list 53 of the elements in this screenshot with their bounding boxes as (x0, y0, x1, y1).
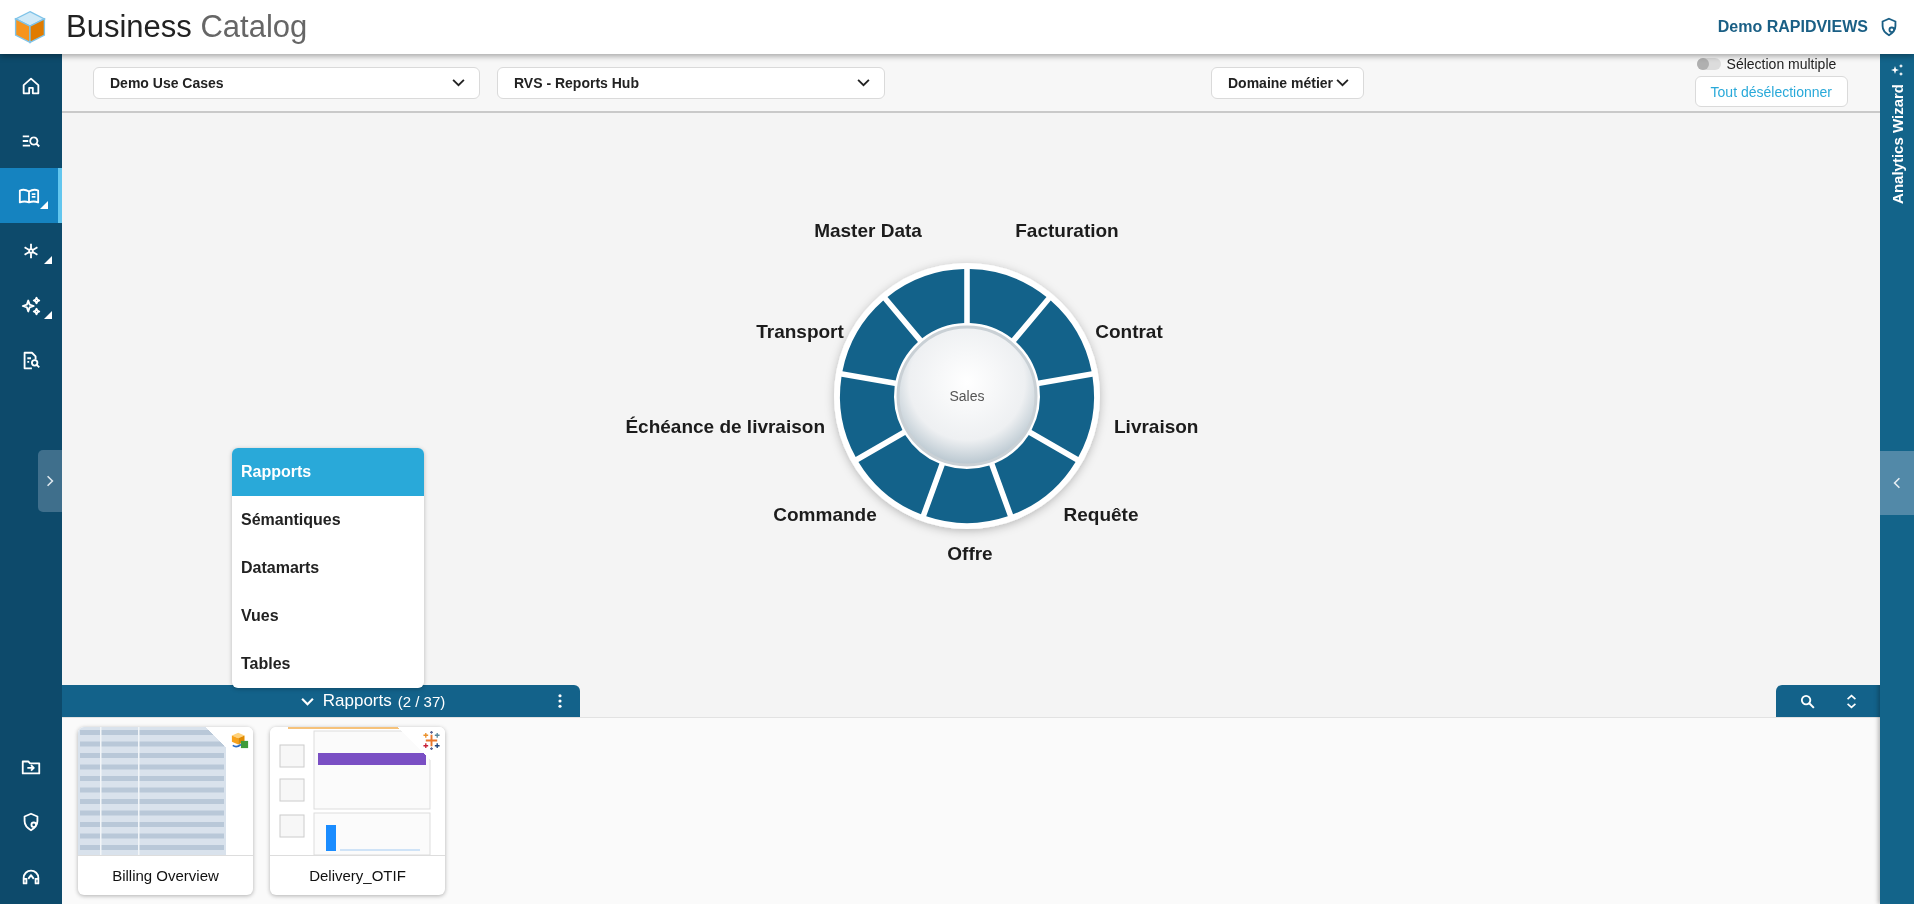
sidebar-item[interactable] (0, 168, 62, 223)
chevron-icon[interactable] (300, 696, 314, 706)
chevron-left-icon (1893, 477, 1901, 489)
wheel-segment[interactable] (1031, 376, 1094, 458)
filter-dropdown[interactable]: Demo Use Cases (93, 66, 480, 99)
expand-icon[interactable] (1846, 693, 1857, 709)
more-icon[interactable] (558, 694, 562, 708)
category-item[interactable]: Vues (232, 592, 424, 640)
wheel-segment[interactable] (840, 376, 903, 458)
report-card[interactable]: Delivery_OTIF (270, 727, 445, 895)
filter-dropdown[interactable]: RVS - Reports Hub (497, 66, 885, 99)
segment-label[interactable]: Master Data (814, 220, 922, 241)
segment-label[interactable]: Requête (1063, 504, 1139, 525)
submenu-icon (44, 256, 52, 264)
app-title: Business Catalog (66, 9, 308, 45)
segment-label[interactable]: Livraison (1114, 416, 1199, 437)
user-name[interactable]: Demo RAPIDVIEWS (1717, 18, 1868, 36)
results-count: (2 / 37) (397, 692, 446, 710)
cross-cluster-icon (422, 731, 441, 750)
chevron-down-icon (1336, 78, 1349, 87)
chevron-down-icon (857, 78, 870, 87)
segment-label[interactable]: Échéance de livraison (625, 416, 825, 437)
wheel-segment[interactable] (842, 300, 918, 381)
segment-label[interactable]: Commande (773, 504, 877, 525)
report-card[interactable]: Billing Overview (78, 727, 253, 895)
submenu-icon (40, 201, 48, 209)
segment-label[interactable]: Transport (756, 321, 844, 342)
wheel-segment[interactable] (969, 269, 1047, 339)
hub-label: Sales (949, 388, 985, 404)
submenu-icon (44, 311, 52, 319)
results-title: Rapports (322, 691, 392, 711)
spreadsheet-icon (231, 731, 249, 749)
segment-label[interactable]: Facturation (1015, 220, 1119, 241)
category-item[interactable]: Tables (232, 640, 424, 688)
segment-label[interactable]: Offre (947, 543, 993, 564)
wheel-segment[interactable] (887, 269, 965, 339)
wheel-segment[interactable] (1016, 300, 1092, 381)
toggle-label: Sélection multiple (1726, 56, 1837, 72)
filter-dropdown[interactable]: Domaine métier (1211, 66, 1364, 99)
chevron-down-icon (452, 78, 465, 87)
chevron-right-icon (46, 475, 54, 487)
category-item[interactable]: Sémantiques (232, 496, 424, 544)
category-item[interactable]: Datamarts (232, 544, 424, 592)
report-name: Billing Overview (111, 866, 220, 886)
search-icon[interactable] (1799, 692, 1816, 710)
wheel-hub[interactable] (896, 325, 1038, 467)
sparkle-icon (20, 294, 42, 317)
wheel-segment[interactable] (926, 465, 1008, 523)
segment-label[interactable]: Contrat (1095, 321, 1163, 342)
toggle-switch[interactable] (1696, 58, 1721, 70)
cube-logo-icon (12, 9, 48, 45)
panel-title[interactable]: Analytics Wizard (1888, 84, 1906, 204)
report-name: Delivery_OTIF (308, 866, 407, 886)
